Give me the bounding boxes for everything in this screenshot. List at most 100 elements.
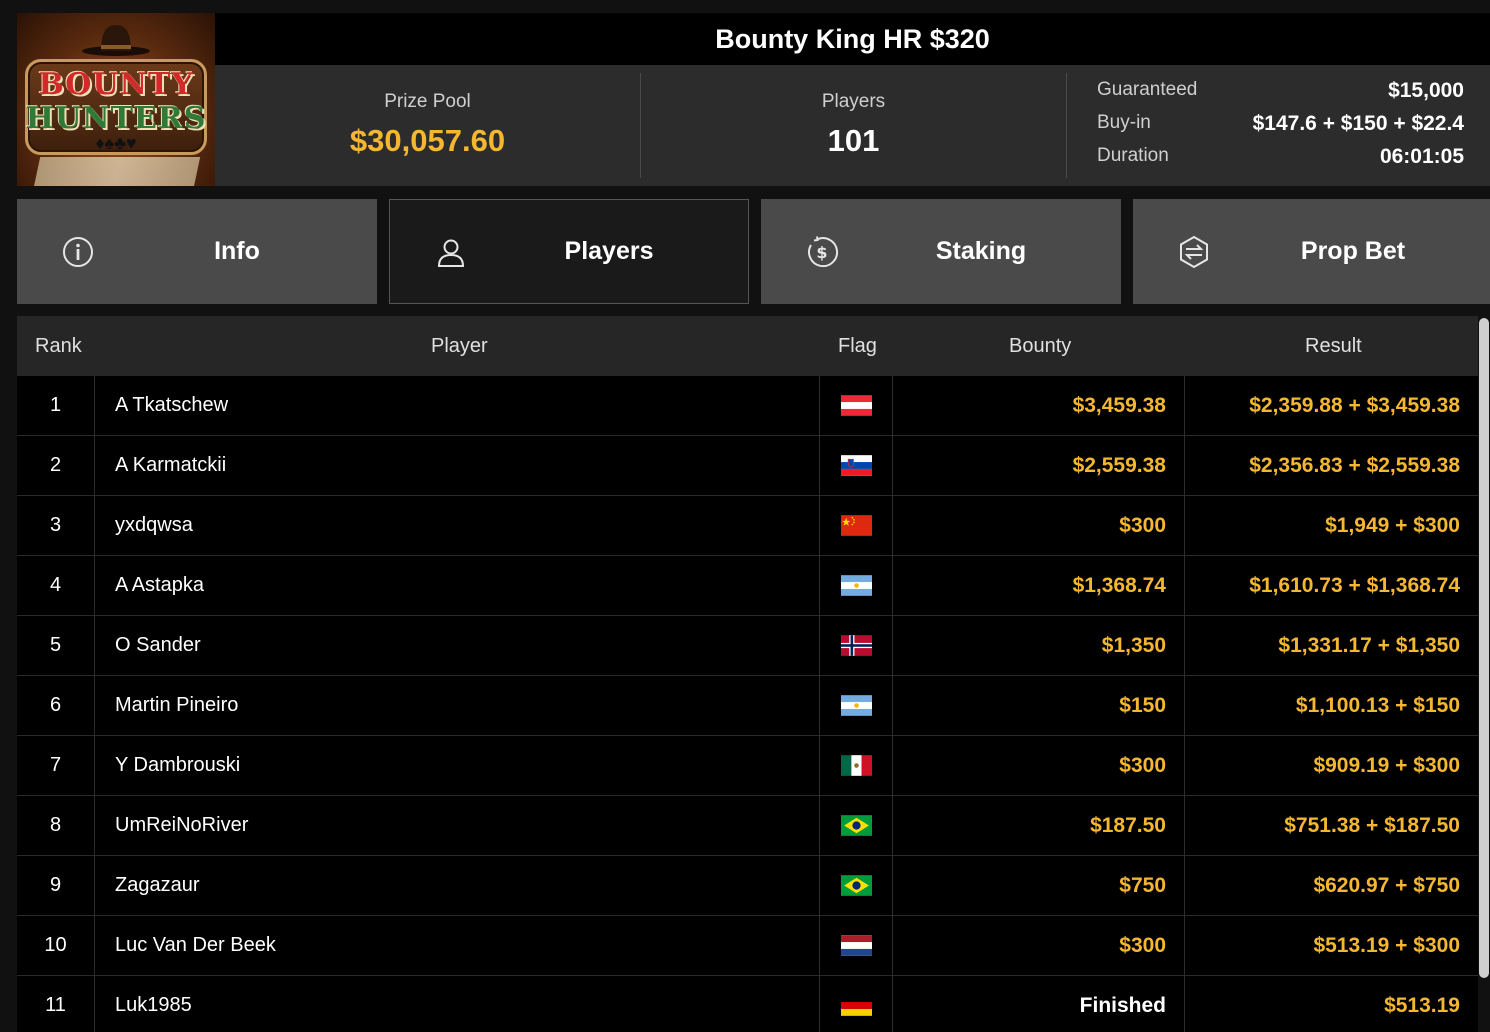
result-cell: $1,610.73 + $1,368.74 [1249,573,1460,597]
brazil-flag-icon [840,875,872,896]
table-row[interactable]: 1A Tkatschew $3,459.38 $2,359.88 + $3,459.… [17,376,1478,436]
tab-players[interactable]: Players [389,199,749,304]
card-suits-icon: ♦♠♣♥ [95,133,137,153]
scrollbar-thumb[interactable] [1479,318,1489,978]
svg-text:$: $ [816,243,827,262]
result-cell: $620.97 + $750 [1313,873,1460,897]
bounty-cell: $1,350 [893,616,1185,675]
user-icon [437,239,465,267]
bounty-cell: $150 [893,676,1185,735]
tab-label: Info [214,237,260,265]
player-name-cell: A Tkatschew [95,376,820,435]
table-row[interactable]: 8 UmReiNoRiver $187.50 $751.38 + $187.50 [17,796,1478,856]
flag-cell [820,616,893,675]
tournament-title: Bounty King HR $320 [215,13,1490,65]
argentina-flag-icon [840,575,872,596]
prop-bet-icon [1180,235,1208,269]
austria-flag-icon [840,395,872,416]
players-label: Players [821,91,886,112]
player-name-cell: Martin Pineiro [95,676,820,735]
result-cell: $1,100.13 + $150 [1295,693,1460,717]
player-name-cell: A Astapka [95,556,820,615]
flag-cell [820,736,893,795]
player-name-cell: Luk1985 [95,976,820,1032]
result-cell: $751.38 + $187.50 [1284,813,1460,837]
player-name-cell: Y Dambrouski [95,736,820,795]
tab-label: Staking [935,237,1027,265]
brazil-flag-icon [840,815,872,836]
detail-guaranteed: Guaranteed $15,000 [1097,79,1464,109]
rank-cell: 9 [17,856,95,915]
players-value: 101 [827,123,880,158]
bounty-cell: $300 [893,736,1185,795]
tournament-header: BOUNTY HUNTERS ♦♠♣♥ Bounty King HR $320 … [17,13,1490,186]
rank-cell: 8 [17,796,95,855]
header-result: Result [1305,335,1362,357]
flag-cell [820,676,893,735]
tab-label: Players [564,237,654,265]
result-cell: $1,331.17 + $1,350 [1278,633,1460,657]
bounty-cell: $300 [893,496,1185,555]
detail-value: $147.6 + $150 + $22.4 [1252,112,1464,135]
detail-label: Guaranteed [1097,79,1198,100]
player-name-cell: yxdqwsa [95,496,820,555]
prize-pool-value: $30,057.60 [349,123,506,158]
table-row[interactable]: 10 Luc Van Der Beek $300 $513.19 + $300 [17,916,1478,976]
table-row[interactable]: 5O Sander $1,350 $1,331.17 + $1,350 [17,616,1478,676]
bounty-cell: $2,559.38 [893,436,1185,495]
player-name-cell: O Sander [95,616,820,675]
flag-cell [820,436,893,495]
detail-duration: Duration 06:01:05 [1097,145,1464,175]
player-name-cell: Zagazaur [95,856,820,915]
netherlands-flag-icon [840,935,872,956]
flag-cell [820,976,893,1032]
detail-buy-in: Buy-in $147.6 + $150 + $22.4 [1097,112,1464,142]
cowboy-hat-icon [82,25,150,56]
table-row[interactable]: 2A Karmatckii $2,559.38 $2,356.83 + $2,559… [17,436,1478,496]
tab-prop-bet[interactable]: Prop Bet [1133,199,1490,304]
slovenia-flag-icon [840,455,872,476]
rank-cell: 4 [17,556,95,615]
player-name-cell: UmReiNoRiver [95,796,820,855]
table-row[interactable]: 11 Luk1985 Finished $513.19 [17,976,1478,1032]
detail-label: Buy-in [1097,112,1151,133]
rank-cell: 5 [17,616,95,675]
flag-cell [820,556,893,615]
detail-value: $15,000 [1388,79,1464,102]
rank-cell: 3 [17,496,95,555]
detail-label: Duration [1097,145,1169,166]
tab-info[interactable]: Info [17,199,377,304]
header-player: Player [431,335,488,357]
flag-cell [820,376,893,435]
flag-cell [820,796,893,855]
tab-staking[interactable]: $ Staking [761,199,1121,304]
table-row[interactable]: 4A Astapka $1,368.74 $1,610.73 + $1,368.74 [17,556,1478,616]
rank-cell: 10 [17,916,95,975]
header-flag: Flag [838,335,877,357]
prize-pool-label: Prize Pool [384,91,471,112]
result-cell: $909.19 + $300 [1313,753,1460,777]
player-name-cell: Luc Van Der Beek [95,916,820,975]
bounty-cell: $3,459.38 [893,376,1185,435]
prize-pool-stat: Prize Pool $30,057.60 [215,65,640,186]
bounty-hunters-logo: BOUNTY HUNTERS ♦♠♣♥ [17,13,215,186]
table-row[interactable]: 3 yxdqwsa $300 $1,949 + $300 [17,496,1478,556]
rank-cell: 2 [17,436,95,495]
china-flag-icon [840,515,872,536]
tab-label: Prop Bet [1300,237,1406,265]
bounty-cell: $750 [893,856,1185,915]
detail-value: 06:01:05 [1379,145,1464,168]
result-cell: $513.19 [1384,993,1460,1017]
tournament-stats: Prize Pool $30,057.60 Players 101 Guaran… [215,65,1490,186]
players-stat: Players 101 [641,65,1066,186]
table-row[interactable]: 6 Martin Pineiro $150 $1,100.13 + $150 [17,676,1478,736]
table-row[interactable]: 7Y Dambrouski $300 $909.19 + $300 [17,736,1478,796]
rank-cell: 7 [17,736,95,795]
rank-cell: 6 [17,676,95,735]
bounty-cell: Finished [893,976,1185,1032]
flag-cell [820,856,893,915]
flag-cell [820,916,893,975]
germany-flag-icon [840,995,872,1016]
playing-cards-decoration [33,157,201,186]
table-row[interactable]: 9 Zagazaur $750 $620.97 + $750 [17,856,1478,916]
